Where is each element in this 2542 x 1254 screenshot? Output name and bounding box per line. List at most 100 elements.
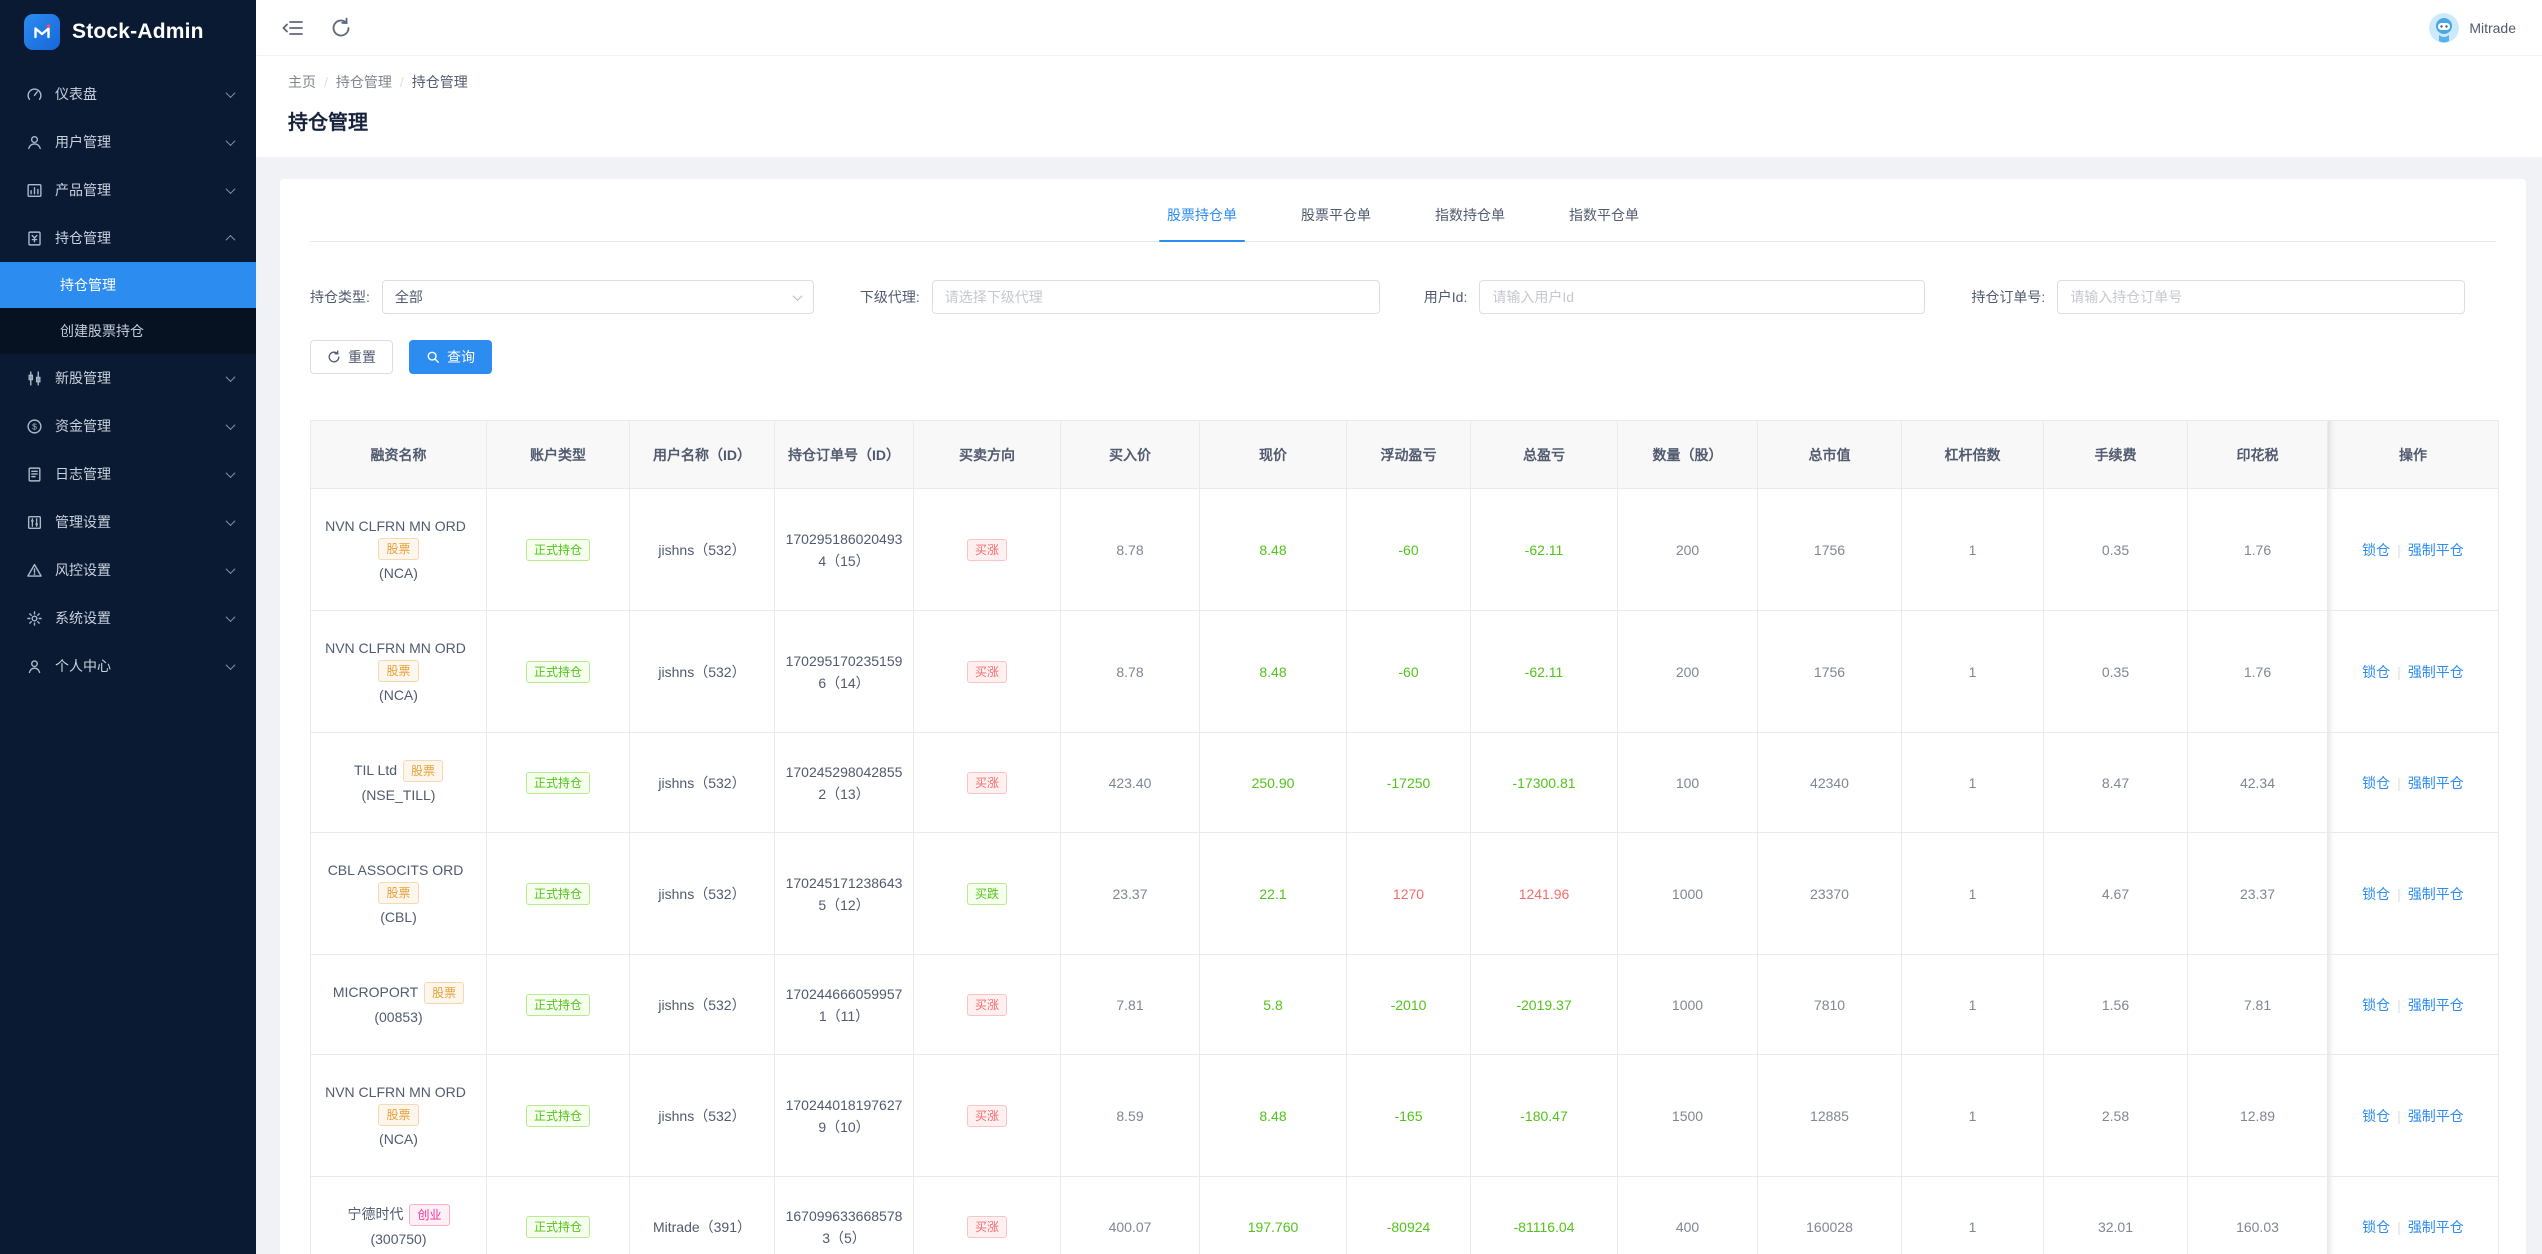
chevron-down-icon — [225, 183, 236, 194]
stock-name-cell: NVN CLFRN MN ORD 股票 (NCA) — [310, 1054, 487, 1177]
order-id: 1702446660599571（11） — [774, 954, 914, 1055]
user-id-input[interactable] — [1479, 280, 1926, 314]
force-close-button[interactable]: 强制平仓 — [2408, 1219, 2464, 1235]
column-header: 买卖方向 — [913, 420, 1061, 489]
breadcrumb: 主页 / 持仓管理 / 持仓管理 — [288, 72, 2510, 92]
lock-position-button[interactable]: 锁仓 — [2362, 886, 2390, 902]
sidebar-item-system-settings[interactable]: 系统设置 — [0, 594, 256, 642]
lock-position-button[interactable]: 锁仓 — [2362, 997, 2390, 1013]
force-close-button[interactable]: 强制平仓 — [2408, 542, 2464, 558]
stock-code: (00853) — [374, 1009, 423, 1025]
reset-button[interactable]: 重置 — [310, 340, 393, 374]
sidebar-item-profile-center[interactable]: 个人中心 — [0, 642, 256, 690]
buy-price: 8.59 — [1060, 1054, 1200, 1177]
fee: 2.58 — [2043, 1054, 2188, 1177]
sidebar-item-product-mgmt[interactable]: 产品管理 — [0, 166, 256, 214]
sidebar-item-position-mgmt[interactable]: 持仓管理 — [0, 214, 256, 262]
stock-name: NVN CLFRN MN ORD — [325, 1084, 466, 1100]
lock-position-button[interactable]: 锁仓 — [2362, 664, 2390, 680]
table-row: TIL Ltd 股票 (NSE_TILL) 正式持仓 jishns（532） 170245… — [310, 732, 2499, 833]
fee: 8.47 — [2043, 732, 2188, 833]
sidebar-item-risk-settings[interactable]: 风控设置 — [0, 546, 256, 594]
tab-股票平仓单[interactable]: 股票平仓单 — [1301, 205, 1371, 241]
market-value: 1756 — [1757, 610, 1902, 733]
funds-icon: $ — [26, 418, 43, 435]
user-name: jishns（532） — [629, 1054, 775, 1177]
chevron-down-icon — [225, 135, 236, 146]
row-actions: 锁仓 | 强制平仓 — [2327, 954, 2499, 1055]
sidebar-item-dashboard[interactable]: 仪表盘 — [0, 70, 256, 118]
sidebar-item-label: 管理设置 — [55, 514, 111, 530]
current-price: 197.760 — [1199, 1176, 1347, 1254]
action-divider: | — [2397, 1218, 2401, 1235]
breadcrumb-link[interactable]: 主页 — [288, 72, 316, 92]
market-value: 7810 — [1757, 954, 1902, 1055]
force-close-button[interactable]: 强制平仓 — [2408, 997, 2464, 1013]
positions-table-wrap: 融资名称 账户类型 用户名称（ID） 持仓订单号（ID） 买卖方向 买入价 现价 浮动盈亏 总盈… — [310, 420, 2499, 1254]
user-name: jishns（532） — [629, 954, 775, 1055]
sidebar-item-funds-mgmt[interactable]: $ 资金管理 — [0, 402, 256, 450]
force-close-button[interactable]: 强制平仓 — [2408, 664, 2464, 680]
sidebar-item-log-mgmt[interactable]: 日志管理 — [0, 450, 256, 498]
position-type-value: 全部 — [394, 289, 423, 305]
lock-position-button[interactable]: 锁仓 — [2362, 1108, 2390, 1124]
row-actions: 锁仓 | 强制平仓 — [2327, 610, 2499, 733]
sidebar-item-admin-settings[interactable]: 管理设置 — [0, 498, 256, 546]
lock-position-button[interactable]: 锁仓 — [2362, 542, 2390, 558]
stock-type-tag: 股票 — [378, 882, 419, 904]
stock-name: MICROPORT — [332, 984, 419, 1000]
sidebar-item-user-mgmt[interactable]: 用户管理 — [0, 118, 256, 166]
lock-position-button[interactable]: 锁仓 — [2362, 1219, 2390, 1235]
stamp-duty: 1.76 — [2187, 488, 2328, 611]
breadcrumb-separator: / — [324, 74, 328, 90]
leverage: 1 — [1901, 954, 2044, 1055]
force-close-button[interactable]: 强制平仓 — [2408, 1108, 2464, 1124]
direction-tag: 买涨 — [966, 1105, 1007, 1127]
sidebar-item-label: 用户管理 — [55, 134, 111, 150]
position-type-select[interactable]: 全部 — [381, 280, 814, 314]
search-button[interactable]: 查询 — [409, 340, 492, 374]
row-actions: 锁仓 | 强制平仓 — [2327, 1176, 2499, 1254]
page-title: 持仓管理 — [288, 112, 368, 134]
chevron-down-icon — [225, 515, 236, 526]
force-close-button[interactable]: 强制平仓 — [2408, 775, 2464, 791]
leverage: 1 — [1901, 488, 2044, 611]
table-body: NVN CLFRN MN ORD股票 (NCA) 正式持仓 jishns（532） 17… — [310, 488, 2499, 1254]
table-row: CBL ASSOCITS ORD 股票 (CBL) 正式持仓 jishns（532） 17… — [310, 832, 2499, 955]
user-menu[interactable]: Mitrade — [2429, 12, 2516, 43]
current-price: 5.8 — [1199, 954, 1347, 1055]
sidebar-subitem[interactable]: 创建股票持仓 — [0, 308, 256, 354]
breadcrumb-link[interactable]: 持仓管理 — [336, 72, 392, 92]
chevron-up-icon — [225, 234, 236, 245]
avatar[interactable] — [2429, 12, 2460, 43]
filter-user-id: 用户Id: — [1424, 280, 1926, 314]
refresh-icon[interactable] — [330, 17, 352, 39]
direction-tag: 买涨 — [966, 661, 1007, 683]
sidebar-item-label: 日志管理 — [55, 466, 111, 482]
profile-icon — [26, 658, 43, 675]
order-no-input[interactable] — [2057, 280, 2466, 314]
chevron-down-icon — [225, 87, 236, 98]
order-id: 1702440181976279（10） — [774, 1054, 914, 1177]
stock-name: CBL ASSOCITS ORD — [327, 862, 464, 878]
table-row: NVN CLFRN MN ORD股票 (NCA) 正式持仓 jishns（532） 17… — [310, 488, 2499, 611]
agent-input[interactable] — [931, 280, 1380, 314]
stock-code: (CBL) — [380, 909, 417, 925]
account-type-tag: 正式持仓 — [525, 539, 590, 561]
force-close-button[interactable]: 强制平仓 — [2408, 886, 2464, 902]
chevron-down-icon — [225, 371, 236, 382]
sidebar-item-label: 个人中心 — [55, 658, 111, 674]
products-icon — [26, 182, 43, 199]
stock-name-cell: 宁德时代 创业 (300750) — [310, 1176, 487, 1254]
user-name: jishns（532） — [629, 832, 775, 955]
tab-股票持仓单[interactable]: 股票持仓单 — [1159, 205, 1245, 242]
tab-指数持仓单[interactable]: 指数持仓单 — [1435, 205, 1505, 241]
tab-指数平仓单[interactable]: 指数平仓单 — [1569, 205, 1639, 241]
sidebar-subitem-active[interactable]: 持仓管理 — [0, 262, 256, 308]
stamp-duty: 1.76 — [2187, 610, 2328, 733]
stock-type-tag: 股票 — [378, 538, 419, 560]
lock-position-button[interactable]: 锁仓 — [2362, 775, 2390, 791]
sidebar-item-ipo-mgmt[interactable]: 新股管理 — [0, 354, 256, 402]
order-id: 1702451712386435（12） — [774, 832, 914, 955]
collapse-sidebar-icon[interactable] — [282, 17, 304, 39]
